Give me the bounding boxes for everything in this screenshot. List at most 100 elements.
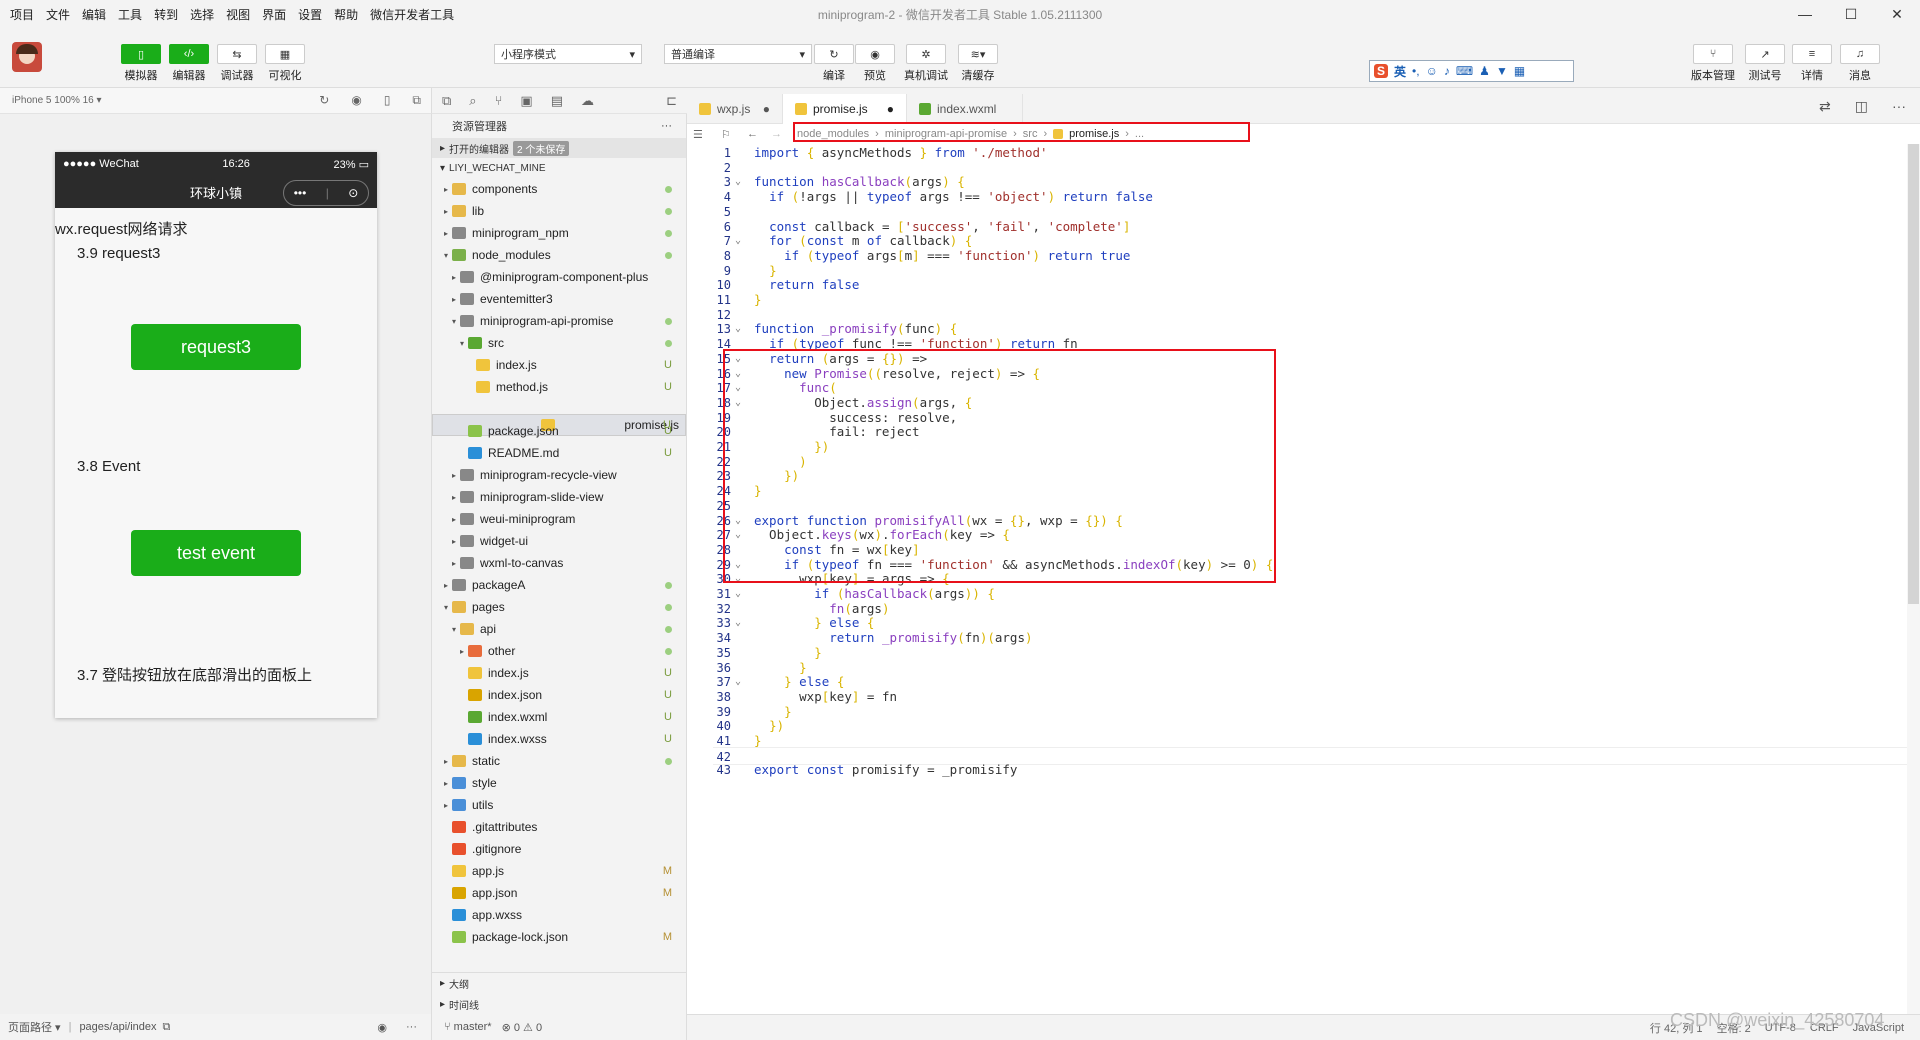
phone-rotate-icon[interactable]: ▯	[384, 93, 391, 108]
menu-item[interactable]: 视图	[226, 6, 250, 23]
more-actions-icon[interactable]: ···	[1892, 98, 1906, 115]
back-arrow-icon[interactable]: ←	[747, 128, 758, 140]
files-icon[interactable]: ⧉	[442, 93, 451, 109]
breadcrumb-more[interactable]: ...	[1135, 128, 1144, 140]
close-mini-icon[interactable]: ⊙	[348, 186, 358, 200]
breadcrumb-item[interactable]: miniprogram-api-promise	[885, 128, 1007, 140]
tree-item[interactable]: index.js U	[432, 354, 686, 376]
chevron-right-icon[interactable]: ▸	[448, 515, 460, 524]
debugger-toggle-button[interactable]: ⇆ 调试器	[217, 44, 257, 83]
tree-item[interactable]: ▸ @miniprogram-component-plus	[432, 266, 686, 288]
extensions-icon[interactable]: ▣	[520, 93, 532, 109]
menu-item[interactable]: 工具	[118, 6, 142, 23]
tree-item[interactable]: ▸ packageA	[432, 574, 686, 596]
more-icon[interactable]: •••	[294, 186, 307, 200]
more-icon[interactable]: ···	[406, 1021, 417, 1033]
remote-debug-button[interactable]: ✲ 真机调试	[904, 44, 948, 83]
chevron-right-icon[interactable]: ▸	[448, 471, 460, 480]
chevron-down-icon[interactable]: ▾	[456, 339, 468, 348]
tree-item[interactable]: method.js U	[432, 376, 686, 398]
breadcrumb-item[interactable]: src	[1023, 128, 1038, 140]
test-event-button[interactable]: test event	[131, 530, 301, 576]
tree-item[interactable]: app.json M	[432, 882, 686, 904]
chevron-down-icon[interactable]: ▾	[440, 603, 452, 612]
clear-cache-button[interactable]: ≋▾ 清缓存	[958, 44, 998, 83]
tree-item[interactable]: ▸ utils	[432, 794, 686, 816]
tree-item[interactable]: README.md U	[432, 442, 686, 464]
messages-button[interactable]: ♫ 消息	[1840, 44, 1880, 83]
tree-item[interactable]: index.wxml U	[432, 706, 686, 728]
details-button[interactable]: ≡ 详情	[1792, 44, 1832, 83]
test-account-button[interactable]: ↗ 测试号	[1745, 44, 1785, 83]
chevron-right-icon[interactable]: ▸	[448, 295, 460, 304]
database-icon[interactable]: ▤	[551, 93, 563, 109]
chevron-right-icon[interactable]: ▸	[440, 581, 452, 590]
tree-item[interactable]: ▸ wxml-to-canvas	[432, 552, 686, 574]
tree-item[interactable]: ▸ miniprogram-slide-view	[432, 486, 686, 508]
tree-item[interactable]: ▸ style	[432, 772, 686, 794]
page-path-label[interactable]: 页面路径 ▾	[8, 1019, 61, 1035]
tab-promise-js[interactable]: promise.js ●	[783, 94, 907, 124]
menu-item[interactable]: 微信开发者工具	[370, 6, 454, 23]
compile-select[interactable]: 普通编译 ▾	[664, 44, 812, 64]
device-select[interactable]: iPhone 5 100% 16 ▾	[12, 95, 102, 106]
tree-item[interactable]: ▾ api	[432, 618, 686, 640]
code-line[interactable]: 43 export const promisify = _promisify	[713, 761, 1907, 779]
chevron-right-icon[interactable]: ▸	[456, 647, 468, 656]
editor-toggle-button[interactable]: ‹/› 编辑器	[169, 44, 209, 83]
chevron-right-icon[interactable]: ▸	[440, 229, 452, 238]
close-button[interactable]: ✕	[1874, 0, 1920, 28]
tree-item[interactable]: app.js M	[432, 860, 686, 882]
mode-select[interactable]: 小程序模式 ▾	[494, 44, 642, 64]
chevron-down-icon[interactable]: ▾	[448, 625, 460, 634]
tree-item[interactable]: package.json U	[432, 420, 686, 442]
tree-item[interactable]: ▸ miniprogram_npm	[432, 222, 686, 244]
menu-item[interactable]: 界面	[262, 6, 286, 23]
tree-item[interactable]: index.wxss U	[432, 728, 686, 750]
breadcrumb-item[interactable]: node_modules	[797, 128, 869, 140]
tree-item[interactable]: ▸ widget-ui	[432, 530, 686, 552]
tree-item[interactable]: ▾ miniprogram-api-promise	[432, 310, 686, 332]
cloud-icon[interactable]: ☁	[581, 93, 594, 109]
chevron-right-icon[interactable]: ▸	[440, 185, 452, 194]
tree-item[interactable]: ▾ node_modules	[432, 244, 686, 266]
tree-item[interactable]: ▸ eventemitter3	[432, 288, 686, 310]
popout-icon[interactable]: ⧉	[412, 93, 421, 108]
code-editor[interactable]: 1 import { asyncMethods } from './method'…	[713, 144, 1907, 1014]
menu-item[interactable]: 选择	[190, 6, 214, 23]
visual-toggle-button[interactable]: ▦ 可视化	[265, 44, 305, 83]
list-icon[interactable]: ☰	[693, 128, 703, 141]
request3-button[interactable]: request3	[131, 324, 301, 370]
stop-icon[interactable]: ◉	[351, 93, 361, 108]
minimize-button[interactable]: —	[1782, 0, 1828, 28]
breadcrumb-current[interactable]: promise.js	[1069, 128, 1119, 140]
open-editors-section[interactable]: ▸ 打开的编辑器 2 个未保存	[432, 138, 686, 158]
menu-item[interactable]: 转到	[154, 6, 178, 23]
copy-icon[interactable]: ⧉	[163, 1021, 171, 1034]
chevron-right-icon[interactable]: ▸	[448, 273, 460, 282]
menu-item[interactable]: 项目	[10, 6, 34, 23]
preview-button[interactable]: ◉ 预览	[855, 44, 895, 83]
tree-item[interactable]: .gitignore	[432, 838, 686, 860]
scrollbar-thumb[interactable]	[1908, 144, 1919, 604]
outline-section[interactable]: ▸ 大纲	[432, 973, 686, 994]
tree-item[interactable]: ▸ weui-miniprogram	[432, 508, 686, 530]
menu-item[interactable]: 文件	[46, 6, 70, 23]
chevron-right-icon[interactable]: ▸	[440, 207, 452, 216]
tree-item[interactable]: package-lock.json M	[432, 926, 686, 948]
eye-icon[interactable]: ◉	[377, 1021, 387, 1034]
bookmark-icon[interactable]: ⚐	[721, 128, 731, 141]
tree-item[interactable]: ▸ static	[432, 750, 686, 772]
menu-item[interactable]: 帮助	[334, 6, 358, 23]
chevron-down-icon[interactable]: ▾	[448, 317, 460, 326]
avatar[interactable]	[12, 42, 42, 72]
tree-item[interactable]: ▸ other	[432, 640, 686, 662]
chevron-right-icon[interactable]: ▸	[448, 537, 460, 546]
tab-index-wxml[interactable]: index.wxml	[907, 94, 1023, 124]
split-editor-icon[interactable]: ◫	[1855, 98, 1868, 115]
tab-wxp-js[interactable]: wxp.js ●	[687, 94, 783, 124]
tree-item[interactable]: ▸ miniprogram-recycle-view	[432, 464, 686, 486]
tree-item[interactable]: app.wxss	[432, 904, 686, 926]
tree-item[interactable]: ▸ lib	[432, 200, 686, 222]
ime-toolbar[interactable]: S 英 •, ☺ ♪ ⌨ ♟ ▼ ▦	[1369, 60, 1574, 82]
